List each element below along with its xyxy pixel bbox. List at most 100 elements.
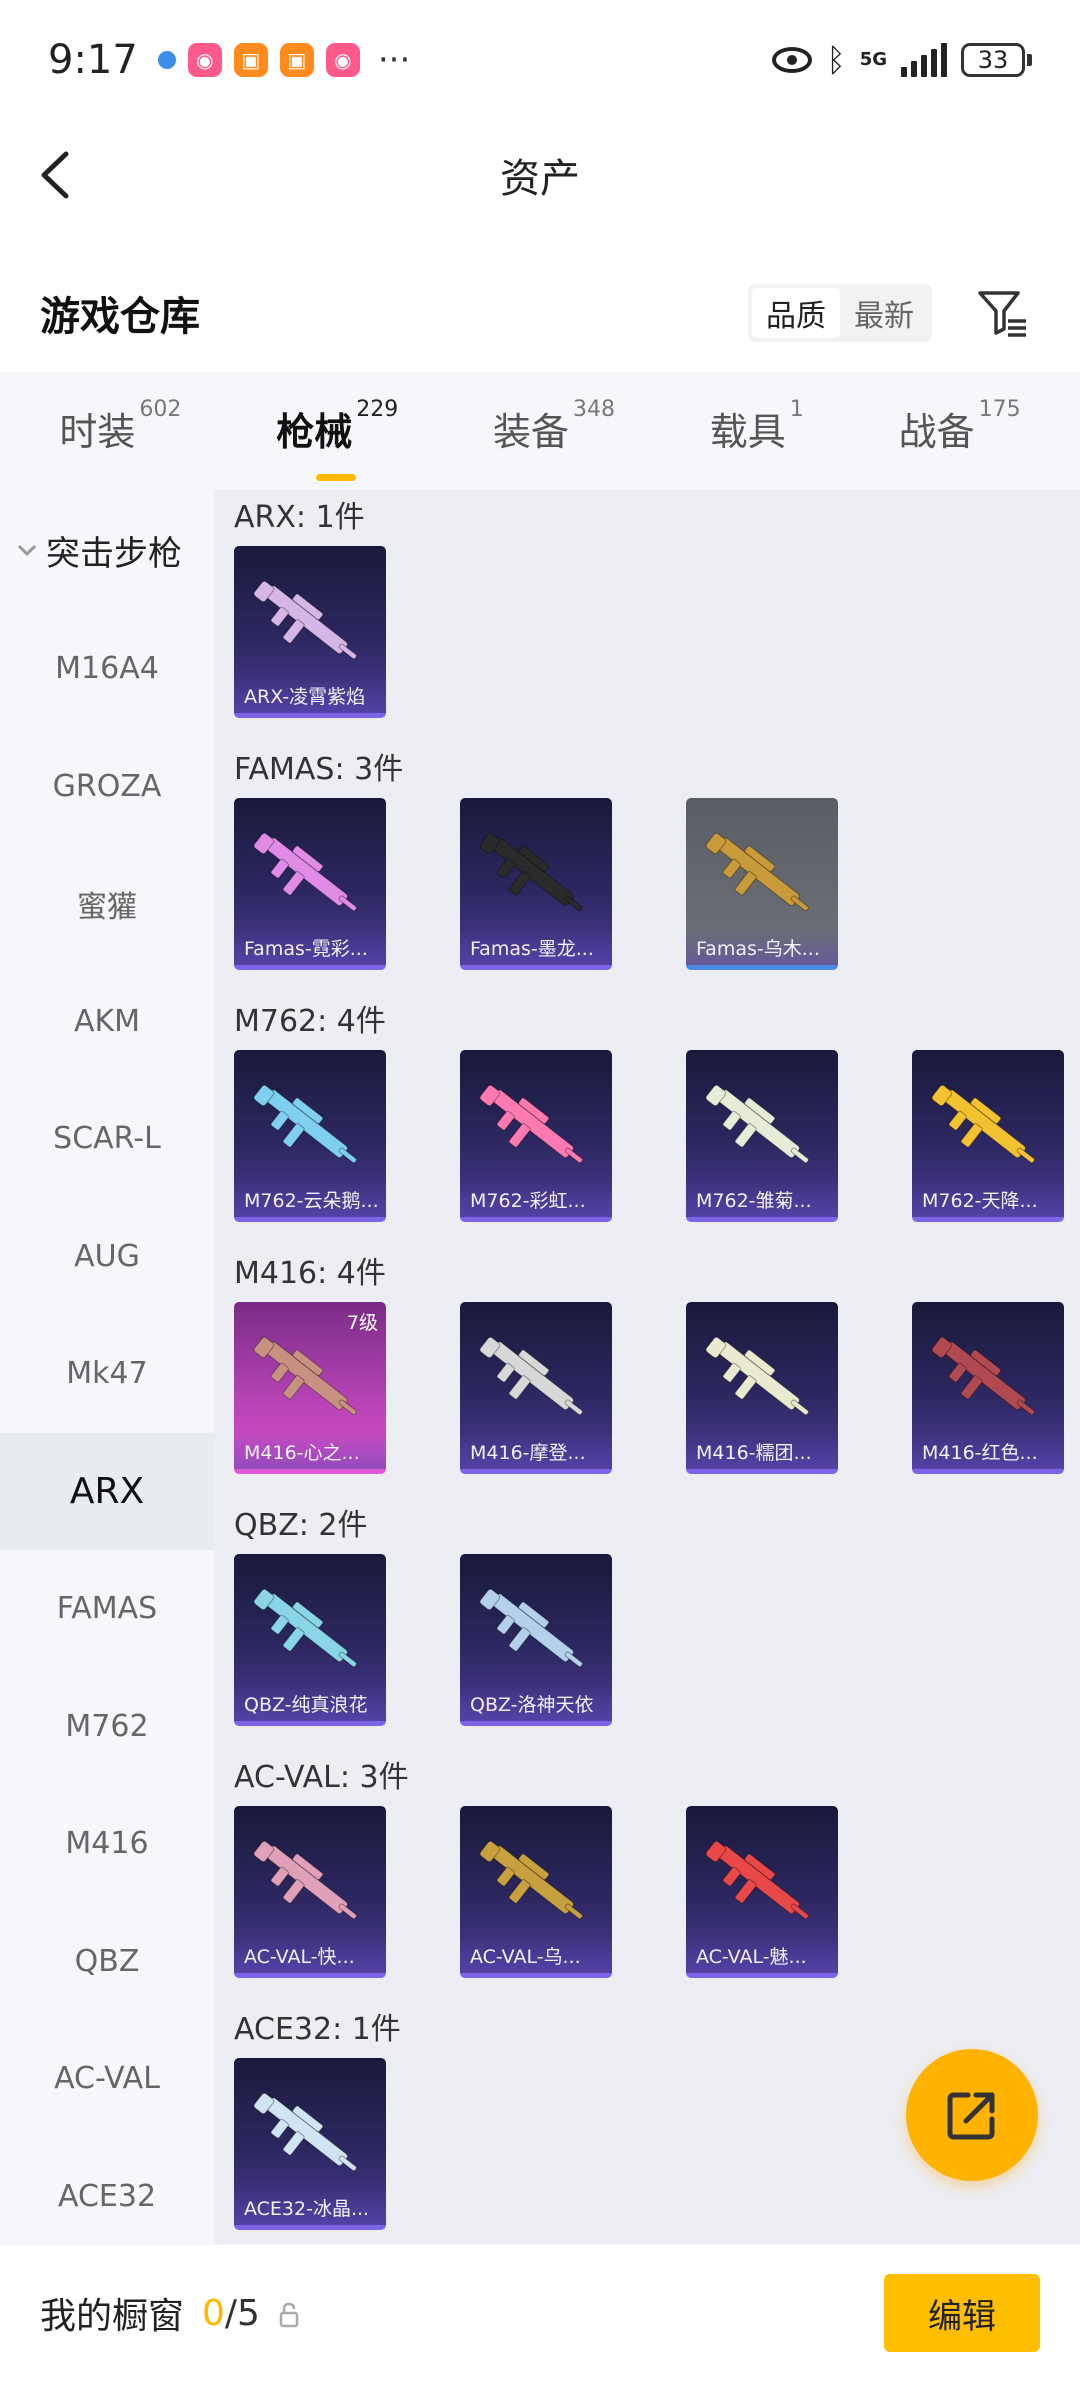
showcase-count: 0/5 [202,2293,260,2334]
sidebar-category-assault-rifles[interactable]: 突击步枪 [0,490,214,610]
tab-gear[interactable]: 战备 175 [899,397,1021,461]
weapon-skin-label: Famas-墨龙... [460,929,612,965]
sidebar-item[interactable]: SCAR-L [0,1080,214,1198]
showcase-current: 0 [202,2292,225,2334]
app-notification-icon: ▣ [233,43,268,77]
edit-button[interactable]: 编辑 [884,2274,1040,2352]
notification-icons: ◉ ▣ ▣ ◉ ··· [157,40,411,80]
weapon-image [253,1840,357,1920]
weapon-group-row: QBZ-纯真浪花 QBZ-洛神天依 [234,1554,1080,1726]
weapon-group-title: M762: 4件 [234,1004,386,1039]
sidebar-item[interactable]: 蜜獾 [0,845,214,963]
weapon-group-row: 7级 M416-心之... M416-摩登... M416-糯团... M416-红色.… [234,1302,1080,1474]
tab-label: 载具 [709,410,786,454]
weapon-skin-label: QBZ-洛神天依 [460,1685,612,1721]
sidebar-item[interactable]: ACE32 [0,2138,214,2256]
weapon-skin-label: AC-VAL-乌... [460,1937,612,1973]
tab-fashion[interactable]: 时装 602 [59,397,181,461]
weapon-skin-label: M762-彩虹... [460,1181,612,1217]
weapon-skin-card[interactable]: QBZ-纯真浪花 [234,1554,386,1726]
weapon-skin-label: M416-心之... [234,1433,386,1469]
weapon-skin-card[interactable]: M762-天降... [912,1050,1064,1222]
weapon-skin-card[interactable]: AC-VAL-魅... [686,1806,838,1978]
weapon-skin-card[interactable]: 7级 M416-心之... [234,1302,386,1474]
weapon-group-row: M762-云朵鹅... M762-彩虹... M762-雏菊... M762-天降..… [234,1050,1080,1222]
sidebar-item[interactable]: M416 [0,1785,214,1903]
weapon-skin-label: ARX-凌霄紫焰 [234,677,386,713]
lock-icon [279,2302,299,2328]
weapon-group-row: AC-VAL-快... AC-VAL-乌... AC-VAL-魅... [234,1806,1080,1978]
weapon-skin-label: AC-VAL-魅... [686,1937,838,1973]
weapon-group-title: ARX: 1件 [234,500,365,535]
weapon-image [479,1084,583,1164]
sort-latest-button[interactable]: 最新 [840,288,928,338]
sort-quality-button[interactable]: 品质 [752,287,840,338]
back-arrow-icon[interactable] [36,150,76,200]
weapon-image [931,1336,1035,1416]
app-notification-icon: ◉ [325,43,360,77]
weapon-skin-label: M762-雏菊... [686,1181,838,1217]
sidebar-category-label: 突击步枪 [46,533,182,574]
browser-notification-icon [157,51,176,69]
weapon-skin-card[interactable]: ARX-凌霄紫焰 [234,546,386,718]
app-notification-icon: ▣ [279,43,314,77]
tab-equipment[interactable]: 装备 348 [492,397,615,461]
app-notification-icon: ◉ [187,43,222,77]
sidebar-item[interactable]: M762 [0,1668,214,1786]
weapon-skin-card[interactable]: QBZ-洛神天依 [460,1554,612,1726]
weapon-skin-card[interactable]: Famas-霓彩... [234,798,386,970]
weapon-group-title: M416: 4件 [234,1256,386,1291]
active-tab-indicator [316,474,357,481]
category-tabs: 时装 602 枪械 229 装备 348 载具 1 战备 175 [0,372,1080,490]
weapon-skin-card[interactable]: Famas-乌木... [686,798,838,970]
weapon-skin-label: Famas-霓彩... [234,929,386,965]
weapon-grid: ARX: 1件 ARX-凌霄紫焰 FAMAS: 3件 Famas-霓彩... Famas… [214,490,1080,2245]
sidebar-item[interactable]: FAMAS [0,1550,214,1668]
weapon-skin-card[interactable]: AC-VAL-快... [234,1806,386,1978]
showcase-total: /5 [224,2292,260,2334]
warehouse-bar: 游戏仓库 品质 最新 [0,250,1080,375]
battery-icon: 33 [961,43,1032,77]
more-notifications-icon: ··· [377,40,411,80]
tab-count: 602 [139,397,182,422]
weapon-skin-card[interactable]: M762-彩虹... [460,1050,612,1222]
weapon-image [479,1336,583,1416]
weapon-skin-card[interactable]: M762-雏菊... [686,1050,838,1222]
weapon-skin-label: QBZ-纯真浪花 [234,1685,386,1721]
weapon-skin-card[interactable]: M416-糯团... [686,1302,838,1474]
sidebar-item[interactable]: ARX [0,1432,214,1550]
tab-count: 1 [789,397,804,422]
weapon-image [253,1588,357,1668]
share-button[interactable] [906,2049,1038,2181]
tab-label: 装备 [492,410,569,454]
weapon-image [705,832,809,912]
weapon-skin-card[interactable]: M416-摩登... [460,1302,612,1474]
chevron-down-icon [17,544,37,557]
weapon-image [253,1084,357,1164]
tab-label: 时装 [59,410,136,454]
weapon-group-title: AC-VAL: 3件 [234,1760,409,1795]
tab-guns[interactable]: 枪械 229 [276,397,398,481]
sidebar-item[interactable]: M16A4 [0,610,214,728]
page-header: 资产 [0,120,1080,230]
weapon-skin-label: Famas-乌木... [686,929,838,965]
weapon-image [705,1336,809,1416]
sidebar-item[interactable]: AKM [0,963,214,1081]
filter-icon[interactable] [974,285,1030,341]
sidebar-item[interactable]: AUG [0,1198,214,1316]
weapon-skin-card[interactable]: M416-红色... [912,1302,1064,1474]
weapon-skin-card[interactable]: M762-云朵鹅... [234,1050,386,1222]
weapon-skin-label: M762-云朵鹅... [234,1181,386,1217]
tab-vehicles[interactable]: 载具 1 [709,397,804,461]
status-bar: 9:17 ◉ ▣ ▣ ◉ ··· ᛒ 5G 33 [0,0,1080,120]
weapon-skin-card[interactable]: ACE32-冰晶... [234,2058,386,2230]
sidebar-item[interactable]: GROZA [0,728,214,846]
tab-count: 348 [573,397,615,422]
sidebar-item[interactable]: Mk47 [0,1315,214,1433]
weapon-skin-card[interactable]: Famas-墨龙... [460,798,612,970]
weapon-skin-card[interactable]: AC-VAL-乌... [460,1806,612,1978]
sidebar-item[interactable]: AC-VAL [0,2020,214,2138]
status-time: 9:17 [48,37,138,83]
weapon-skin-label: M762-天降... [912,1181,1064,1217]
sidebar-item[interactable]: QBZ [0,1903,214,2021]
